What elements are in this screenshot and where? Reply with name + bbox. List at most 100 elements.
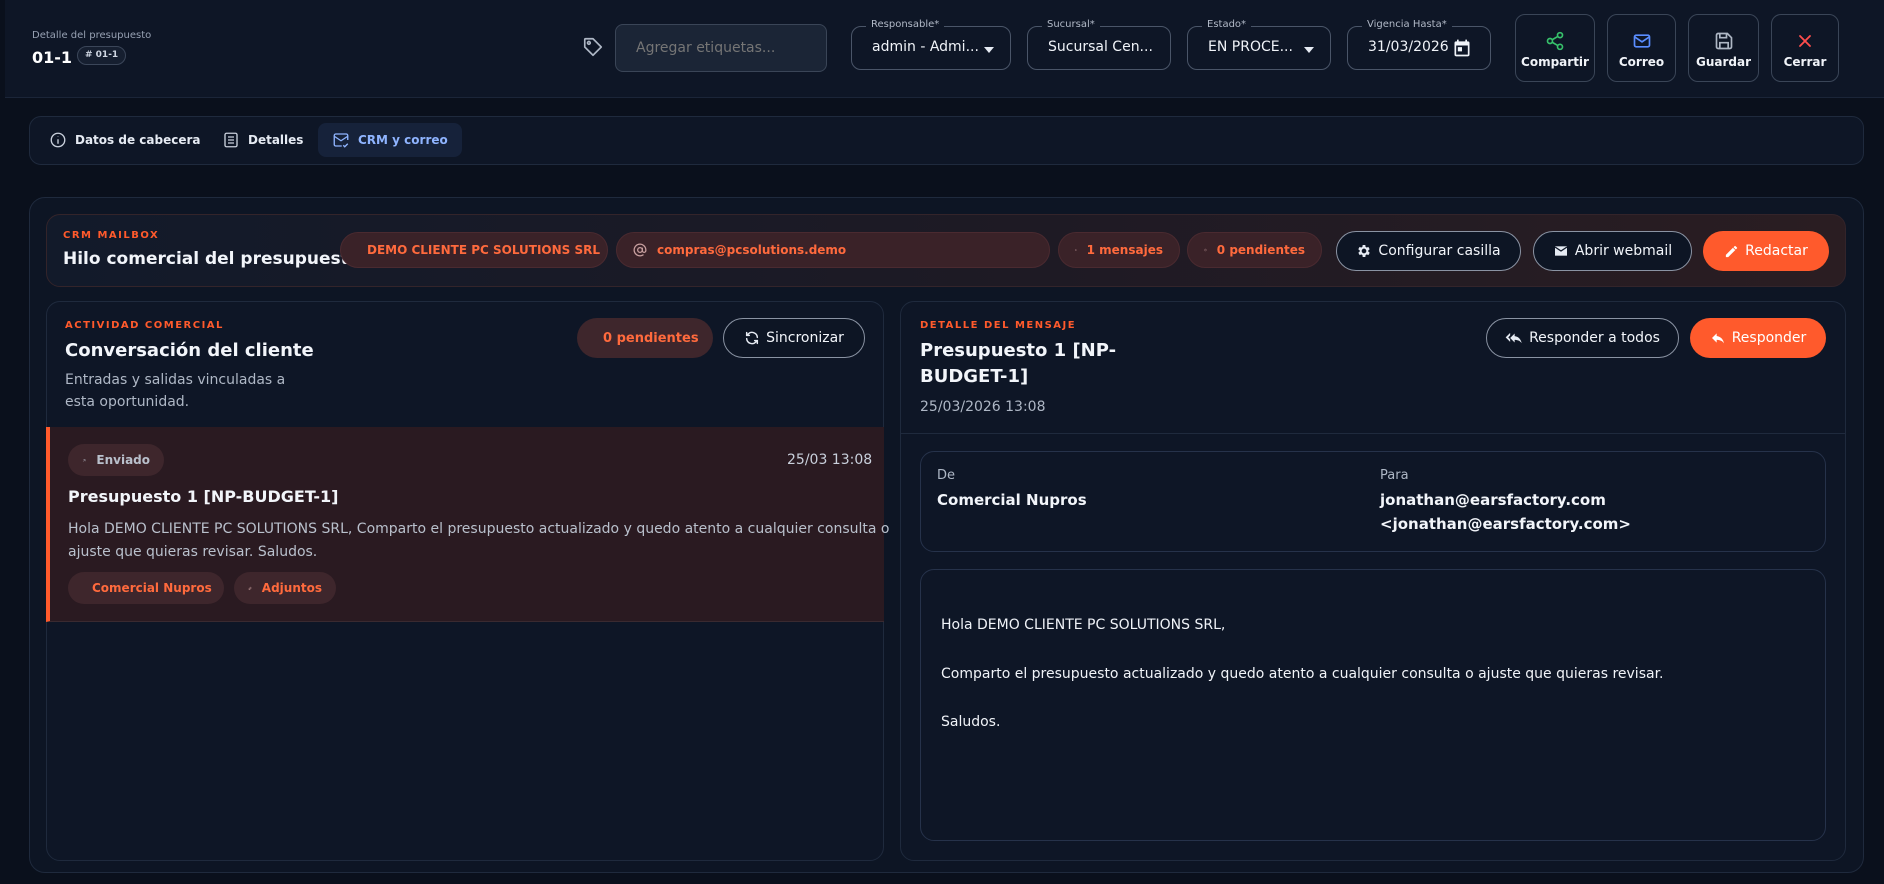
share-label: Compartir: [1521, 55, 1589, 69]
tab-details[interactable]: Detalles: [208, 123, 317, 157]
reply-all-icon: [1505, 332, 1522, 344]
tab-header-data-label: Datos de cabecera: [75, 133, 201, 147]
tag-icon: [582, 36, 604, 58]
reply-button[interactable]: Responder: [1690, 318, 1826, 358]
at-icon: [633, 243, 647, 257]
mail-check-icon: [333, 133, 349, 148]
body-paragraph: Comparto el presupuesto actualizado y qu…: [941, 666, 1664, 682]
messages-count: 1 mensajes: [1086, 243, 1163, 257]
activity-kicker: ACTIVIDAD COMERCIAL: [65, 320, 224, 331]
detail-kicker: DETALLE DEL MENSAJE: [920, 320, 1077, 331]
list-icon: [224, 132, 238, 148]
email-chip: compras@pcsolutions.demo: [616, 232, 1050, 268]
status-badge: Enviado: [68, 444, 164, 476]
sync-button[interactable]: Sincronizar: [723, 318, 865, 358]
vigencia-date-field[interactable]: Vigencia Hasta* 31/03/2026: [1347, 19, 1491, 70]
activity-pending-chip: 0 pendientes: [577, 318, 713, 358]
share-button[interactable]: Compartir: [1515, 14, 1595, 82]
to-label: Para: [1380, 468, 1409, 483]
message-preview-line1: Hola DEMO CLIENTE PC SOLUTIONS SRL, Comp…: [68, 521, 890, 537]
activity-description-line1: Entradas y salidas vinculadas a: [65, 372, 286, 388]
message-preview-line2: ajuste que quieras revisar. Saludos.: [68, 544, 318, 560]
sucursal-value: Sucursal Cen...: [1048, 39, 1153, 55]
close-button[interactable]: Cerrar: [1771, 14, 1839, 82]
body-greeting: Hola DEMO CLIENTE PC SOLUTIONS SRL,: [941, 617, 1226, 633]
pencil-icon: [1726, 245, 1738, 257]
chevron-down-icon: [984, 47, 994, 53]
estado-label: Estado*: [1202, 19, 1252, 30]
configure-mailbox-button[interactable]: Configurar casilla: [1336, 231, 1521, 271]
close-label: Cerrar: [1783, 55, 1827, 69]
attachments-label: Adjuntos: [261, 581, 322, 595]
tab-details-label: Detalles: [248, 133, 304, 147]
refresh-icon: [746, 331, 759, 345]
from-value: Comercial Nupros: [937, 491, 1087, 509]
doc-number-badge: # 01-1: [77, 46, 127, 65]
pending-chip: 0 pendientes: [1187, 232, 1322, 268]
sucursal-label: Sucursal*: [1042, 19, 1100, 30]
vigencia-label: Vigencia Hasta*: [1362, 19, 1452, 30]
activity-description-line2: esta oportunidad.: [65, 394, 190, 410]
chevron-down-icon: [1304, 47, 1314, 53]
tab-crm-mail-label: CRM y correo: [358, 133, 448, 147]
calendar-icon[interactable]: [1452, 38, 1472, 58]
paperclip-icon: [248, 586, 252, 590]
client-email: compras@pcsolutions.demo: [657, 243, 847, 257]
responsable-value: admin - Admi...: [872, 39, 979, 55]
save-icon: [1714, 31, 1734, 51]
arrow-up-right-icon: [83, 458, 86, 462]
reply-icon: [1711, 333, 1724, 344]
tab-header-data[interactable]: Datos de cabecera: [35, 123, 214, 157]
mail-label: Correo: [1618, 55, 1665, 69]
sender-name: Comercial Nupros: [92, 581, 212, 595]
estado-value: EN PROCE...: [1208, 39, 1293, 55]
mail-icon: [1554, 246, 1568, 256]
vigencia-value: 31/03/2026: [1368, 39, 1449, 55]
reply-all-button[interactable]: Responder a todos: [1486, 318, 1679, 358]
activity-pending-count: 0 pendientes: [603, 330, 699, 346]
save-label: Guardar: [1695, 55, 1751, 69]
message-subject: Presupuesto 1 [NP-BUDGET-1]: [68, 487, 339, 506]
open-webmail-button[interactable]: Abrir webmail: [1533, 231, 1692, 271]
mail-button[interactable]: Correo: [1607, 14, 1676, 82]
sucursal-field[interactable]: Sucursal* Sucursal Cen...: [1027, 19, 1171, 70]
tab-crm-mail[interactable]: CRM y correo: [318, 123, 462, 157]
to-value-line2: <jonathan@earsfactory.com>: [1380, 515, 1631, 533]
sync-label: Sincronizar: [766, 330, 844, 346]
compose-label: Redactar: [1745, 243, 1808, 259]
client-chip: DEMO CLIENTE PC SOLUTIONS SRL: [340, 232, 608, 268]
mail-icon: [1632, 31, 1652, 51]
divider: [901, 433, 1845, 434]
tags-input[interactable]: [615, 24, 827, 72]
client-name: DEMO CLIENTE PC SOLUTIONS SRL: [367, 243, 601, 257]
compose-button[interactable]: Redactar: [1703, 231, 1829, 271]
responsable-label: Responsable*: [866, 19, 945, 30]
from-label: De: [937, 468, 956, 483]
page-title: 01-1: [32, 48, 73, 67]
detail-title-line1: Presupuesto 1 [NP-: [920, 340, 1117, 361]
status-label: Enviado: [96, 453, 150, 467]
share-icon: [1545, 31, 1565, 51]
to-value-line1: jonathan@earsfactory.com: [1380, 491, 1606, 509]
clock-icon: [1204, 248, 1207, 252]
estado-select[interactable]: Estado* EN PROCE...: [1187, 19, 1331, 70]
responsable-select[interactable]: Responsable* admin - Admi...: [851, 19, 1011, 70]
configure-mailbox-label: Configurar casilla: [1378, 243, 1501, 259]
page-subtitle: Detalle del presupuesto: [32, 30, 152, 41]
attachments-pill[interactable]: Adjuntos: [234, 572, 336, 604]
activity-title: Conversación del cliente: [65, 340, 314, 361]
pending-count: 0 pendientes: [1216, 243, 1305, 257]
message-date: 25/03 13:08: [787, 452, 873, 468]
mailbox-title: Hilo comercial del presupuesto: [63, 249, 361, 269]
message-body-box: [920, 569, 1826, 841]
mail-icon: [1075, 249, 1077, 251]
open-webmail-label: Abrir webmail: [1574, 243, 1673, 259]
save-button[interactable]: Guardar: [1688, 14, 1759, 82]
reply-all-label: Responder a todos: [1529, 330, 1660, 346]
info-icon: [50, 132, 66, 148]
body-closing: Saludos.: [941, 714, 1001, 730]
mailbox-kicker: CRM MAILBOX: [63, 230, 160, 241]
sender-pill: Comercial Nupros: [68, 572, 224, 604]
close-icon: [1795, 31, 1815, 51]
detail-datetime: 25/03/2026 13:08: [920, 399, 1046, 415]
